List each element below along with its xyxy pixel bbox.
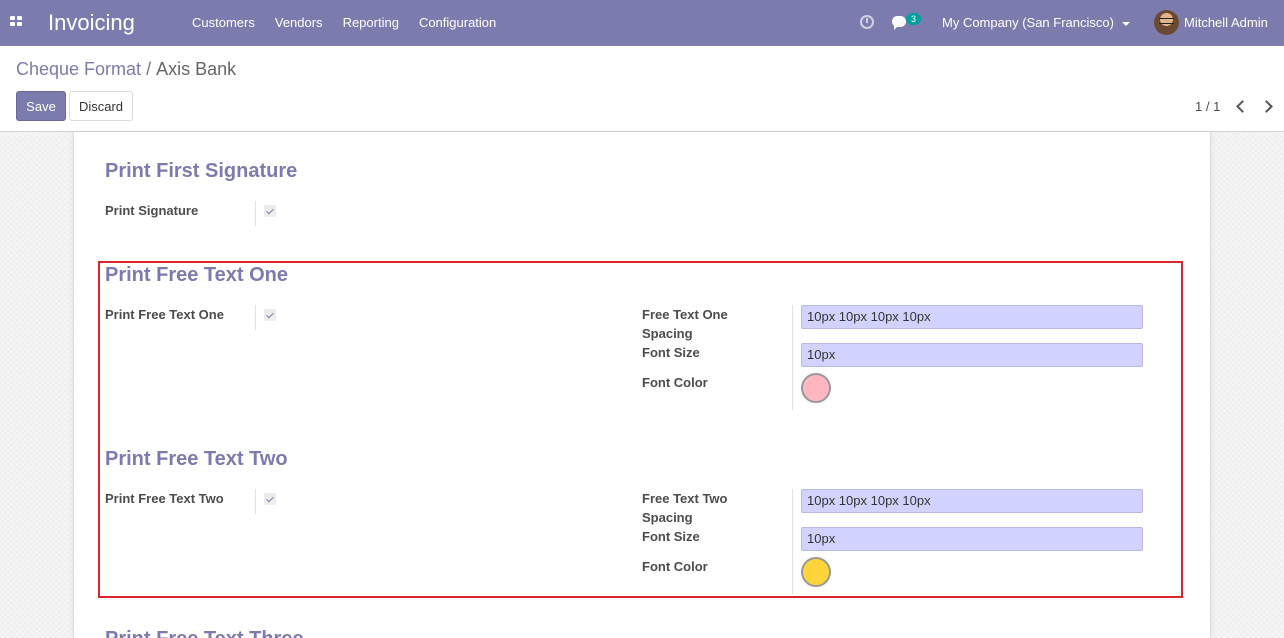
- message-count-badge: 3: [906, 13, 921, 25]
- messaging-chat-icon[interactable]: [892, 16, 906, 30]
- print-free-text-one-checkbox[interactable]: [264, 309, 276, 321]
- pager-value[interactable]: 1 / 1: [1195, 99, 1220, 114]
- print-signature-label: Print Signature: [105, 203, 199, 218]
- section-title-free-text-one: Print Free Text One: [105, 264, 289, 286]
- free-text-two-spacing-label: Free Text Two Spacing: [642, 489, 727, 527]
- pager-previous-icon[interactable]: [1234, 98, 1248, 114]
- free-text-one-spacing-label-line2: Spacing: [642, 326, 693, 341]
- free-text-two-spacing-input[interactable]: 10px 10px 10px 10px: [801, 489, 1143, 513]
- control-panel: Cheque Format / Axis Bank Save Discard 1 /…: [0, 46, 1284, 132]
- pager-next-icon[interactable]: [1261, 98, 1275, 114]
- user-avatar[interactable]: [1154, 10, 1179, 35]
- print-free-text-two-label: Print Free Text Two: [105, 491, 224, 506]
- user-name[interactable]: Mitchell Admin: [1184, 0, 1268, 46]
- free-text-two-font-color-picker[interactable]: [801, 557, 831, 587]
- discard-button[interactable]: Discard: [69, 91, 133, 121]
- free-text-two-spacing-label-line1: Free Text Two: [642, 491, 728, 506]
- field-separator: [255, 489, 256, 514]
- breadcrumb-current: Axis Bank: [156, 59, 237, 79]
- print-free-text-one-label: Print Free Text One: [105, 307, 224, 322]
- company-name: My Company (San Francisco): [942, 15, 1114, 30]
- free-text-one-font-color-label: Font Color: [642, 375, 708, 390]
- main-menu: Customers Vendors Reporting Configuratio…: [182, 0, 506, 46]
- field-separator: [792, 305, 793, 410]
- activity-clock-icon[interactable]: [860, 15, 874, 29]
- free-text-one-spacing-label-line1: Free Text One: [642, 307, 728, 322]
- menu-item-reporting[interactable]: Reporting: [333, 0, 409, 46]
- breadcrumb: Cheque Format / Axis Bank: [16, 59, 236, 80]
- app-title[interactable]: Invoicing: [48, 10, 135, 36]
- menu-item-customers[interactable]: Customers: [182, 0, 265, 46]
- free-text-one-font-color-picker[interactable]: [801, 373, 831, 403]
- top-navbar: Invoicing Customers Vendors Reporting Co…: [0, 0, 1284, 46]
- field-separator: [255, 201, 256, 226]
- breadcrumb-parent-link[interactable]: Cheque Format: [16, 59, 141, 79]
- caret-down-icon: [1121, 21, 1130, 26]
- section-title-first-signature: Print First Signature: [105, 160, 298, 182]
- print-signature-checkbox[interactable]: [264, 205, 276, 217]
- free-text-one-spacing-input[interactable]: 10px 10px 10px 10px: [801, 305, 1143, 329]
- company-switcher[interactable]: My Company (San Francisco): [942, 0, 1130, 46]
- field-separator: [255, 305, 256, 330]
- section-title-free-text-three: Print Free Text Three: [105, 628, 304, 638]
- apps-grid-icon[interactable]: [10, 16, 23, 27]
- free-text-one-spacing-label: Free Text One Spacing: [642, 305, 728, 343]
- breadcrumb-separator: /: [146, 59, 152, 79]
- menu-item-vendors[interactable]: Vendors: [265, 0, 333, 46]
- free-text-two-font-size-input[interactable]: 10px: [801, 527, 1143, 551]
- menu-item-configuration[interactable]: Configuration: [409, 0, 506, 46]
- free-text-two-spacing-label-line2: Spacing: [642, 510, 693, 525]
- free-text-one-font-size-label: Font Size: [642, 345, 700, 360]
- print-free-text-two-checkbox[interactable]: [264, 493, 276, 505]
- free-text-two-font-color-label: Font Color: [642, 559, 708, 574]
- section-title-free-text-two: Print Free Text Two: [105, 448, 288, 470]
- save-button[interactable]: Save: [16, 91, 66, 121]
- free-text-two-font-size-label: Font Size: [642, 529, 700, 544]
- field-separator: [792, 489, 793, 594]
- free-text-one-font-size-input[interactable]: 10px: [801, 343, 1143, 367]
